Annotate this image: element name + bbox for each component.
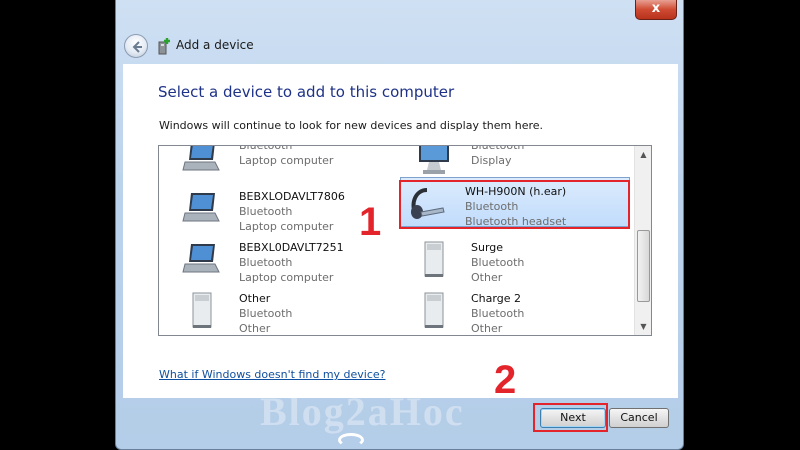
add-device-icon xyxy=(158,38,170,55)
device-category: Laptop computer xyxy=(239,271,334,284)
scroll-down-icon[interactable]: ▼ xyxy=(635,318,651,335)
watermark: Blog2aHoc xyxy=(260,389,465,434)
annotation-box-1 xyxy=(399,180,630,229)
device-item[interactable]: Other Bluetooth Other xyxy=(175,285,405,335)
device-type: Bluetooth xyxy=(471,307,525,320)
device-type: Bluetooth xyxy=(471,256,525,269)
device-category: Laptop computer xyxy=(239,220,334,233)
back-arrow-icon xyxy=(132,41,142,53)
device-name: BEBXL0DAVLT7251 xyxy=(239,241,344,254)
back-button[interactable] xyxy=(124,34,148,58)
device-item[interactable]: Charge 2 Bluetooth Other xyxy=(407,285,637,335)
device-name: Charge 2 xyxy=(471,292,521,305)
help-link[interactable]: What if Windows doesn't find my device? xyxy=(159,368,386,381)
device-tower-icon xyxy=(424,292,444,328)
window-title: Add a device xyxy=(176,38,254,52)
page-heading: Select a device to add to this computer xyxy=(158,83,455,101)
device-item[interactable]: Bluetooth Laptop computer xyxy=(175,145,405,182)
device-type: Bluetooth xyxy=(239,307,293,320)
device-type: Bluetooth xyxy=(471,145,525,152)
monitor-icon xyxy=(419,146,449,174)
close-icon: x xyxy=(651,1,661,16)
device-type: Bluetooth xyxy=(239,256,293,269)
scroll-up-icon[interactable]: ▲ xyxy=(635,146,651,163)
device-category: Other xyxy=(471,322,503,335)
instruction-text: Windows will continue to look for new de… xyxy=(159,119,544,132)
device-type: Bluetooth xyxy=(239,145,293,152)
device-category: Display xyxy=(471,154,512,167)
device-item[interactable]: Surge Bluetooth Other xyxy=(407,234,637,284)
device-name: BEBXLODAVLT7806 xyxy=(239,190,345,203)
annotation-box-2 xyxy=(533,403,608,432)
device-tower-icon xyxy=(424,241,444,277)
laptop-icon xyxy=(182,244,220,273)
device-name: Surge xyxy=(471,241,504,254)
laptop-icon xyxy=(182,193,220,222)
device-category: Laptop computer xyxy=(239,154,334,167)
list-scrollbar[interactable]: ▲ ▼ xyxy=(634,146,651,335)
title-bar: Add a device xyxy=(116,28,683,64)
device-list[interactable]: Bluetooth Laptop computer Bluetooth Disp… xyxy=(158,145,652,336)
annotation-number-1: 1 xyxy=(359,200,382,244)
cancel-button[interactable]: Cancel xyxy=(609,408,669,428)
laptop-icon xyxy=(182,146,220,171)
device-type: Bluetooth xyxy=(239,205,293,218)
scrollbar-thumb[interactable] xyxy=(637,230,650,302)
content-area: Select a device to add to this computer … xyxy=(123,64,678,398)
close-button[interactable]: x xyxy=(635,0,677,20)
device-tower-icon xyxy=(192,292,212,328)
device-category: Other xyxy=(471,271,503,284)
device-name: Other xyxy=(239,292,271,305)
device-category: Other xyxy=(239,322,271,335)
grip-icon xyxy=(338,433,364,447)
